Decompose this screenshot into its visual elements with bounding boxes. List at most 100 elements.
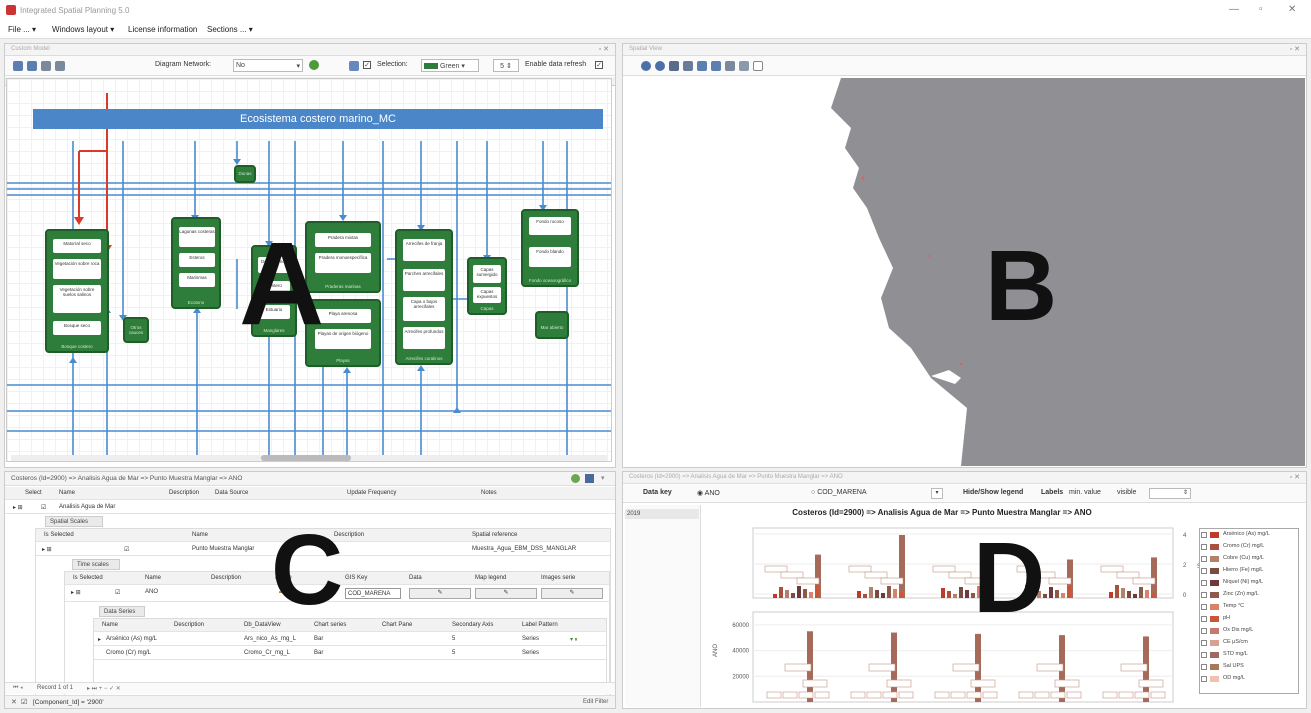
node-item[interactable]: Fondo blando [529, 247, 571, 267]
table-row[interactable]: ▸ Arsénico (As) mg/L Ars_nico_As_mg_L Ba… [94, 633, 606, 646]
ecotono-node[interactable]: Lagunas costeras Esteros Marismas Ecoton… [171, 217, 221, 309]
min-value-stepper[interactable]: ⇕ [1149, 488, 1191, 499]
size-stepper[interactable]: 5 ⇕ [493, 59, 519, 72]
legend-checkbox[interactable] [1201, 664, 1207, 670]
dunas-node[interactable]: Dunas [234, 165, 256, 183]
legend-checkbox[interactable] [1201, 556, 1207, 562]
node-item[interactable]: Vegetación sobre suelos salinos [53, 285, 101, 313]
node-item[interactable]: Capa o bajos arrecifales [403, 297, 445, 321]
node-item[interactable]: Esteros [179, 253, 215, 267]
panel-close-icon[interactable]: ▫ ✕ [1290, 473, 1300, 481]
save-icon[interactable] [585, 474, 594, 483]
globe-icon[interactable] [641, 61, 651, 71]
go-icon[interactable] [309, 60, 319, 70]
fondo-node[interactable]: Fondo rocoso Fondo blando Fondo oceanogr… [521, 209, 579, 287]
refresh-checkbox[interactable]: ✓ [595, 61, 603, 69]
menu-file[interactable]: File ... ▾ [8, 25, 36, 34]
menu-sections[interactable]: Sections ... ▾ [207, 25, 253, 34]
zoom-in-icon[interactable] [697, 61, 707, 71]
restore-icon[interactable]: ▫ [1259, 4, 1263, 15]
row-checkbox[interactable]: ☑ [41, 504, 46, 511]
legend-checkbox[interactable] [1201, 580, 1207, 586]
legend-item[interactable]: Cobre (Cu) mg/L [1198, 554, 1294, 565]
edit-filter-link[interactable]: Edit Filter [583, 699, 608, 705]
labels-button[interactable]: Labels [1041, 489, 1063, 496]
node-item[interactable]: Fondo rocoso [529, 217, 571, 235]
tab-time-scales[interactable]: Time scales [72, 559, 120, 570]
menu-license[interactable]: License information [128, 25, 197, 34]
series-action-icon[interactable]: ▾ ⏸ [570, 636, 578, 644]
legend-item[interactable]: Níquel (Ni) mg/L [1198, 578, 1294, 589]
tab-data-series[interactable]: Data Series [99, 606, 145, 617]
key-dropdown[interactable]: ▾ [931, 488, 943, 499]
node-item[interactable]: Marismas [179, 273, 215, 287]
zoom-in-icon[interactable] [13, 61, 23, 71]
legend-item[interactable]: Temp °C [1198, 602, 1294, 613]
legend-item[interactable]: CE µS/cm [1198, 638, 1294, 649]
legend-item[interactable]: Arsénico (As) mg/L [1198, 530, 1294, 541]
minimize-icon[interactable]: — [1229, 4, 1239, 15]
legend-checkbox[interactable] [1201, 532, 1207, 538]
filter-checkbox[interactable]: ☑ [21, 698, 27, 706]
h-scrollbar-thumb[interactable] [261, 455, 351, 461]
row-checkbox[interactable]: ☑ [115, 589, 120, 596]
legend-item[interactable]: Sal UPS [1198, 662, 1294, 673]
table-row[interactable]: ▸ ⊞ ☑ Analisis Agua de Mar [5, 501, 615, 514]
images-edit-button[interactable]: ✎ [541, 588, 603, 599]
node-item[interactable]: Arrecifes de franja [403, 239, 445, 261]
print-icon[interactable] [55, 61, 65, 71]
legend-item[interactable]: Hierro (Fe) mg/L [1198, 566, 1294, 577]
legend-checkbox[interactable] [1201, 616, 1207, 622]
tab-spatial-scales[interactable]: Spatial Scales [45, 516, 103, 527]
panel-close-icon[interactable]: ▫ ✕ [599, 45, 609, 53]
zoom-out-icon[interactable] [27, 61, 37, 71]
h-scrollbar[interactable] [11, 455, 607, 461]
grid-icon[interactable] [739, 61, 749, 71]
fit-icon[interactable] [41, 61, 51, 71]
data-key-item[interactable]: 2019 [625, 509, 699, 519]
print-icon[interactable] [725, 61, 735, 71]
map-legend-edit-button[interactable]: ✎ [475, 588, 537, 599]
nav-next-icon[interactable]: ▸ ⏭ + − ✓ ✕ [87, 685, 121, 693]
legend-item[interactable]: Zinc (Zn) mg/L [1198, 590, 1294, 601]
select-icon[interactable] [753, 61, 763, 71]
node-item[interactable]: Capas expuestos [473, 287, 501, 303]
selection-color-select[interactable]: Green ▾ [421, 59, 479, 72]
legend-item[interactable]: STD mg/L [1198, 650, 1294, 661]
export-icon[interactable] [683, 61, 693, 71]
legend-checkbox[interactable] [1201, 628, 1207, 634]
node-item[interactable]: Parches arrecifales [403, 269, 445, 291]
ecosystem-banner[interactable]: Ecosistema costero marino_MC [33, 109, 603, 129]
node-item[interactable]: Lagunas costeras [179, 227, 215, 247]
clear-filter-icon[interactable]: ✕ [11, 698, 17, 706]
node-item[interactable]: Matorral seco [53, 239, 101, 253]
menu-windows-layout[interactable]: Windows layout ▾ [52, 25, 114, 34]
legend-item[interactable]: Cromo (Cr) mg/L [1198, 542, 1294, 553]
zoom-out-icon[interactable] [711, 61, 721, 71]
legend-item[interactable]: OD mg/L [1198, 674, 1294, 685]
radio-cod-marena[interactable]: ○ COD_MARENA [811, 489, 867, 496]
selection-checkbox[interactable]: ✓ [363, 61, 371, 69]
close-icon[interactable]: ✕ [1288, 4, 1296, 15]
otros-cauces-node[interactable]: Otros cauces [123, 317, 149, 343]
arrecifes-node[interactable]: Arrecifes de franja Parches arrecifales … [395, 229, 453, 365]
node-item[interactable]: Capas sumergido [473, 265, 501, 283]
legend-checkbox[interactable] [1201, 676, 1207, 682]
capas-node[interactable]: Capas sumergido Capas expuestos Capas [467, 257, 507, 315]
nav-first-icon[interactable]: ⏮ ◂ [13, 685, 23, 692]
table-row[interactable]: Cromo (Cr) mg/L Cromo_Cr_mg_L Bar 5 Seri… [94, 647, 606, 660]
legend-checkbox[interactable] [1201, 544, 1207, 550]
row-checkbox[interactable]: ☑ [124, 546, 129, 553]
legend-item[interactable]: Ox Dis mg/L [1198, 626, 1294, 637]
layers-icon[interactable] [655, 61, 665, 71]
node-item[interactable]: Arrecifes profundos [403, 327, 445, 349]
legend-checkbox[interactable] [1201, 652, 1207, 658]
save-icon[interactable] [669, 61, 679, 71]
panel-close-icon[interactable]: ▫ ✕ [1290, 45, 1300, 53]
map-canvas[interactable] [631, 78, 1305, 466]
legend-checkbox[interactable] [1201, 640, 1207, 646]
node-item[interactable]: Vegetación sobre roca [53, 259, 101, 279]
pin-icon[interactable]: ▾ [601, 474, 605, 482]
legend-checkbox[interactable] [1201, 604, 1207, 610]
bosque-costero-node[interactable]: Matorral seco Vegetación sobre roca Vege… [45, 229, 109, 353]
